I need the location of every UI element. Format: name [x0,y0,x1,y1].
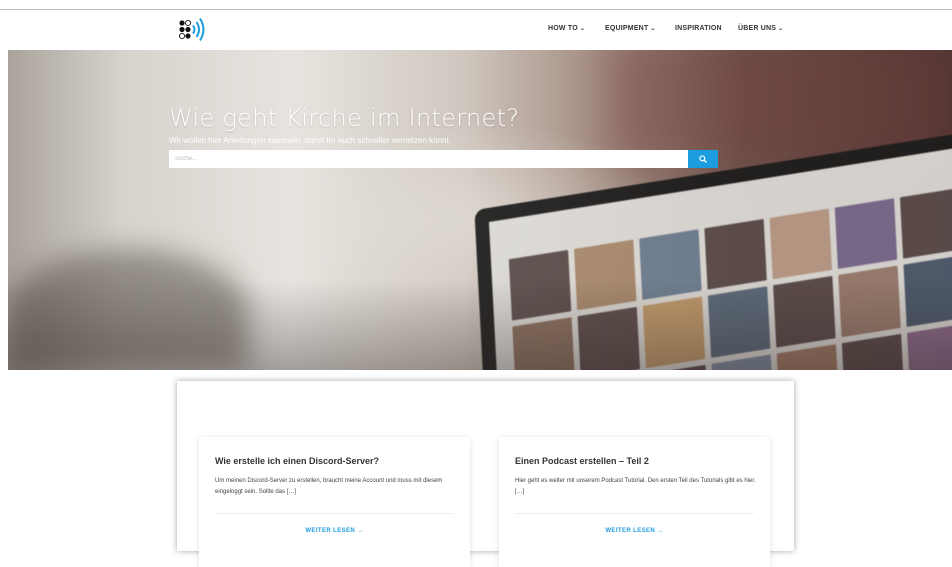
post-title[interactable]: Wie erstelle ich einen Discord-Server? [215,456,379,466]
search-button[interactable] [688,150,718,168]
nav-item-equipment[interactable]: EQUIPMENT ⌄ [605,25,656,32]
posts-container: Wie erstelle ich einen Discord-Server? U… [177,381,794,567]
divider [215,513,454,514]
nav-item-inspiration[interactable]: INSPIRATION [675,25,722,32]
hero-shade [8,280,952,370]
read-more-link[interactable]: WEITER LESEN → [199,528,470,534]
post-card: Wie erstelle ich einen Discord-Server? U… [199,437,470,567]
read-more-link[interactable]: WEITER LESEN → [499,528,770,534]
hero-subtitle: Wir wollen hier Anleitungen sammeln, dam… [169,136,451,145]
search-icon [699,155,707,163]
hero-title: Wie geht Kirche im Internet? [169,104,520,132]
nav-label: ÜBER UNS [738,25,777,32]
nav-label: INSPIRATION [675,25,722,32]
nav-label: HOW TO [548,25,578,32]
nav-label: EQUIPMENT [605,25,649,32]
search-input[interactable] [169,150,688,168]
post-card: Einen Podcast erstellen – Teil 2 Hier ge… [499,437,770,567]
post-title[interactable]: Einen Podcast erstellen – Teil 2 [515,456,649,466]
nav-item-ueber-uns[interactable]: ÜBER UNS ⌄ [738,25,783,32]
hero-search-form [169,150,718,168]
post-excerpt: Um meinen Discord-Server zu erstellen, b… [215,478,443,495]
nav-item-how-to[interactable]: HOW TO ⌄ [548,25,585,32]
chevron-down-icon: ⌄ [579,26,586,32]
main-nav: HOW TO ⌄ EQUIPMENT ⌄ INSPIRATION ÜBER UNS ⌄ [0,10,952,50]
chevron-down-icon: ⌄ [650,26,656,32]
post-excerpt: Hier geht es weiter mit unserem Podcast … [515,478,756,495]
hero-section [8,50,952,370]
site-header: HOW TO ⌄ EQUIPMENT ⌄ INSPIRATION ÜBER UNS ⌄ [0,10,952,50]
chevron-down-icon: ⌄ [778,26,784,32]
divider [515,513,754,514]
